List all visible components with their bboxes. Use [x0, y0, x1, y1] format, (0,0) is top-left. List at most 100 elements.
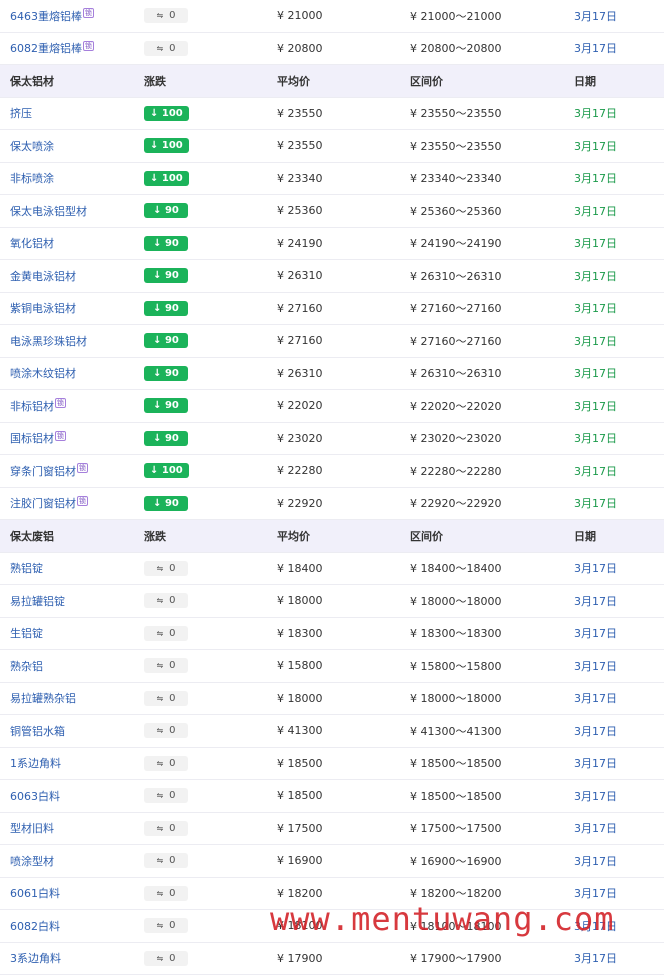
date-link[interactable]: 3月17日 — [564, 714, 664, 748]
product-name-link[interactable]: 6082白料 — [0, 909, 134, 943]
product-name-link[interactable]: 6463重熔铝棒锁 — [0, 0, 134, 33]
product-name[interactable]: 6082白料 — [10, 920, 60, 933]
product-name[interactable]: 喷涂木纹铝材 — [10, 367, 76, 380]
price-range: ¥ 26310～26310 — [400, 259, 564, 293]
date-link[interactable]: 3月17日 — [564, 812, 664, 845]
product-name[interactable]: 紫铜电泳铝材 — [10, 302, 76, 315]
product-name[interactable]: 非标喷涂 — [10, 172, 54, 185]
date-link[interactable]: 3月17日 — [564, 422, 664, 455]
date-link[interactable]: 3月17日 — [564, 454, 664, 488]
product-name[interactable]: 6063白料 — [10, 790, 60, 803]
product-name[interactable]: 1系边角料 — [10, 757, 61, 770]
flat-arrow-icon: ⇋ — [156, 628, 164, 638]
date-link[interactable]: 3月17日 — [564, 682, 664, 715]
product-name[interactable]: 6061白料 — [10, 887, 60, 900]
product-name[interactable]: 穿条门窗铝材 — [10, 465, 76, 478]
product-name[interactable]: 保太电泳铝型材 — [10, 205, 87, 218]
date-link[interactable]: 3月17日 — [564, 324, 664, 358]
product-name-link[interactable]: 注胶门窗铝材锁 — [0, 487, 134, 520]
date-link[interactable]: 3月17日 — [564, 227, 664, 260]
watermark-text: www.mentuwang.com — [270, 900, 615, 938]
date-link[interactable]: 3月17日 — [564, 32, 664, 65]
product-name-link[interactable]: 电泳黑珍珠铝材 — [0, 324, 134, 358]
date-link[interactable]: 3月17日 — [564, 194, 664, 228]
product-name[interactable]: 国标铝材 — [10, 432, 54, 445]
product-name-link[interactable]: 6061白料 — [0, 877, 134, 910]
date-link[interactable]: 3月17日 — [564, 0, 664, 33]
product-name-link[interactable]: 氧化铝材 — [0, 227, 134, 260]
date-link[interactable]: 3月17日 — [564, 584, 664, 618]
product-name[interactable]: 生铝锭 — [10, 627, 43, 640]
product-name-link[interactable]: 易拉罐熟杂铝 — [0, 682, 134, 715]
change-value: ↓ 90 — [153, 237, 179, 249]
product-name[interactable]: 喷涂型材 — [10, 855, 54, 868]
change-cell: ↓ 90 — [134, 227, 267, 260]
product-name-link[interactable]: 喷涂木纹铝材 — [0, 357, 134, 390]
product-name-link[interactable]: 铜管铝水箱 — [0, 714, 134, 748]
product-name[interactable]: 金黄电泳铝材 — [10, 270, 76, 283]
product-name-link[interactable]: 型材旧料 — [0, 812, 134, 845]
date-link[interactable]: 3月17日 — [564, 259, 664, 293]
date-link[interactable]: 3月17日 — [564, 747, 664, 780]
product-name[interactable]: 6082重熔铝棒 — [10, 42, 82, 55]
date-link[interactable]: 3月17日 — [564, 649, 664, 683]
product-name-link[interactable]: 6082重熔铝棒锁 — [0, 32, 134, 65]
product-name[interactable]: 挤压 — [10, 107, 32, 120]
date-link[interactable]: 3月17日 — [564, 617, 664, 650]
date-link[interactable]: 3月17日 — [564, 97, 664, 130]
average-price: ¥ 16900 — [267, 844, 400, 878]
product-name-link[interactable]: 非标铝材锁 — [0, 389, 134, 423]
date-link[interactable]: 3月17日 — [564, 389, 664, 423]
date-link[interactable]: 3月17日 — [564, 844, 664, 878]
product-name-link[interactable]: 紫铜电泳铝材 — [0, 292, 134, 325]
product-name-link[interactable]: 生铝锭 — [0, 617, 134, 650]
product-name-link[interactable]: 保太电泳铝型材 — [0, 194, 134, 228]
product-name-link[interactable]: 3系边角料 — [0, 942, 134, 975]
product-name[interactable]: 非标铝材 — [10, 400, 54, 413]
section-header-row: 保太废铝 涨跌 平均价 区间价 日期 — [0, 519, 664, 553]
product-name-link[interactable]: 穿条门窗铝材锁 — [0, 454, 134, 488]
date-link[interactable]: 3月17日 — [564, 357, 664, 390]
date-link[interactable]: 3月17日 — [564, 942, 664, 975]
product-name[interactable]: 保太喷涂 — [10, 140, 54, 153]
product-name[interactable]: 电泳黑珍珠铝材 — [10, 335, 87, 348]
product-name-link[interactable]: 熟铝锭 — [0, 552, 134, 585]
change-value: ↓ 90 — [153, 400, 179, 412]
product-name-link[interactable]: 6063白料 — [0, 779, 134, 813]
product-name[interactable]: 熟杂铝 — [10, 660, 43, 673]
product-name[interactable]: 氧化铝材 — [10, 237, 54, 250]
product-name[interactable]: 易拉罐熟杂铝 — [10, 692, 76, 705]
change-badge: ⇋ 0 — [144, 723, 188, 739]
product-name-link[interactable]: 喷涂型材 — [0, 844, 134, 878]
change-value: 0 — [169, 757, 176, 769]
header-cell-c3: 平均价 — [267, 64, 400, 98]
product-name-link[interactable]: 金黄电泳铝材 — [0, 259, 134, 293]
product-name[interactable]: 6463重熔铝棒 — [10, 10, 82, 23]
date-link[interactable]: 3月17日 — [564, 292, 664, 325]
change-badge: ↓ 90 — [144, 300, 188, 316]
date-link[interactable]: 3月17日 — [564, 487, 664, 520]
product-name-link[interactable]: 国标铝材锁 — [0, 422, 134, 455]
product-name-link[interactable]: 1系边角料 — [0, 747, 134, 780]
change-cell: ⇋ 0 — [134, 779, 267, 813]
product-name[interactable]: 型材旧料 — [10, 822, 54, 835]
product-name-link[interactable]: 非标喷涂 — [0, 162, 134, 195]
product-name[interactable]: 熟铝锭 — [10, 562, 43, 575]
average-price: ¥ 22920 — [267, 487, 400, 520]
date-link[interactable]: 3月17日 — [564, 162, 664, 195]
average-price: ¥ 27160 — [267, 324, 400, 358]
product-name-link[interactable]: 保太喷涂 — [0, 129, 134, 163]
product-name[interactable]: 注胶门窗铝材 — [10, 497, 76, 510]
product-name-link[interactable]: 熟杂铝 — [0, 649, 134, 683]
date-link[interactable]: 3月17日 — [564, 129, 664, 163]
flat-arrow-icon: ⇋ — [156, 726, 164, 736]
product-name[interactable]: 3系边角料 — [10, 952, 61, 965]
date-link[interactable]: 3月17日 — [564, 552, 664, 585]
date-link[interactable]: 3月17日 — [564, 779, 664, 813]
flat-arrow-icon: ⇋ — [156, 953, 164, 963]
lock-badge-icon: 锁 — [55, 430, 66, 441]
product-name-link[interactable]: 易拉罐铝锭 — [0, 584, 134, 618]
product-name[interactable]: 易拉罐铝锭 — [10, 595, 65, 608]
product-name[interactable]: 铜管铝水箱 — [10, 725, 65, 738]
product-name-link[interactable]: 挤压 — [0, 97, 134, 130]
